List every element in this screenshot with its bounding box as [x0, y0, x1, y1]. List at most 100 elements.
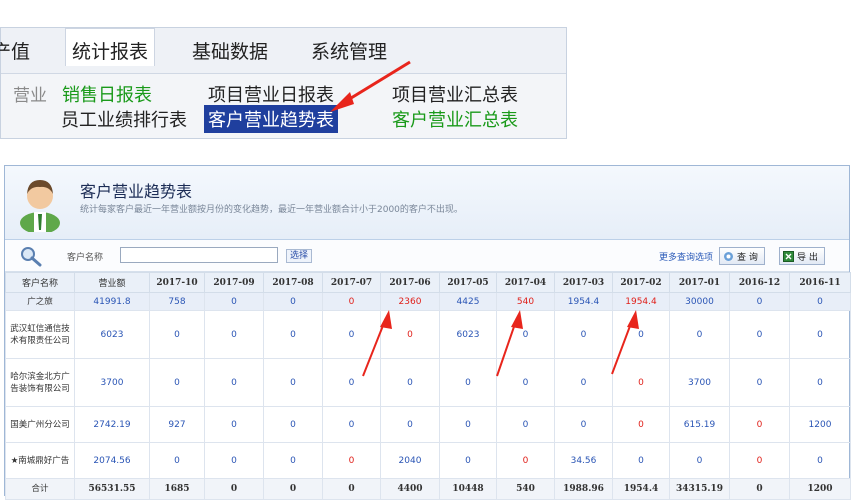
month-cell[interactable]: 0 — [149, 310, 205, 359]
month-cell[interactable]: 1954.4 — [554, 292, 613, 311]
menu-item-sales-daily[interactable]: 销售日报表 — [62, 81, 152, 107]
column-header[interactable]: 2017-01 — [669, 272, 730, 293]
month-cell[interactable]: 0 — [496, 358, 555, 407]
menu-tab-statistics[interactable]: 统计报表 — [65, 28, 156, 66]
month-cell[interactable]: 0 — [496, 310, 555, 359]
month-cell[interactable]: 0 — [263, 406, 323, 443]
month-cell[interactable]: 0 — [789, 292, 851, 311]
column-header[interactable]: 2017-06 — [380, 272, 440, 293]
month-cell[interactable]: 0 — [204, 406, 264, 443]
export-button[interactable]: 导 出 — [779, 247, 825, 265]
month-cell[interactable]: 0 — [263, 442, 323, 479]
month-cell[interactable]: 34.56 — [554, 442, 613, 479]
month-cell[interactable]: 6023 — [439, 310, 497, 359]
month-cell[interactable]: 0 — [729, 358, 790, 407]
month-cell[interactable]: 0 — [322, 358, 381, 407]
month-cell[interactable]: 615.19 — [669, 406, 730, 443]
column-header[interactable]: 2017-08 — [263, 272, 323, 293]
month-cell[interactable]: 0 — [612, 406, 670, 443]
month-cell[interactable]: 0 — [789, 442, 851, 479]
table-row[interactable]: ★南城鼎好广告 2074.56 0 0 0 0 2040 0 0 34.56 0… — [5, 442, 851, 479]
table-row[interactable]: 广之旅 41991.8 758 0 0 0 2360 4425 540 1954… — [5, 292, 851, 311]
month-cell[interactable]: 0 — [669, 310, 730, 359]
month-cell[interactable]: 0 — [554, 358, 613, 407]
month-cell[interactable]: 4425 — [439, 292, 497, 311]
month-cell[interactable]: 0 — [612, 358, 670, 407]
table-row[interactable]: 武汉虹信通信技术有限责任公司 6023 0 0 0 0 0 6023 0 0 0… — [5, 310, 851, 359]
month-cell[interactable]: 927 — [149, 406, 205, 443]
revenue-cell[interactable]: 2742.19 — [74, 406, 150, 443]
month-cell[interactable]: 0 — [789, 310, 851, 359]
month-cell[interactable]: 1954.4 — [612, 292, 670, 311]
select-button[interactable]: 选择 — [286, 249, 313, 263]
revenue-cell[interactable]: 3700 — [74, 358, 150, 407]
month-cell[interactable]: 0 — [439, 442, 497, 479]
revenue-cell[interactable]: 6023 — [74, 310, 150, 359]
column-header[interactable]: 2017-04 — [496, 272, 555, 293]
column-header[interactable]: 2017-03 — [554, 272, 613, 293]
month-cell[interactable]: 0 — [789, 358, 851, 407]
column-header[interactable]: 2017-07 — [322, 272, 381, 293]
month-cell[interactable]: 0 — [322, 310, 381, 359]
month-cell[interactable]: 1200 — [789, 406, 851, 443]
column-header[interactable]: 2017-10 — [149, 272, 205, 293]
month-cell[interactable]: 0 — [204, 442, 264, 479]
month-cell[interactable]: 0 — [380, 358, 440, 407]
month-cell[interactable]: 0 — [149, 442, 205, 479]
month-cell[interactable]: 0 — [149, 358, 205, 407]
total-row: 合计 56531.55 1685 0 0 0 4400 10448 540 19… — [5, 478, 851, 500]
month-cell[interactable]: 0 — [439, 406, 497, 443]
table-row[interactable]: 哈尔滨金北方广告装饰有限公司 3700 0 0 0 0 0 0 0 0 0 37… — [5, 358, 851, 407]
month-cell[interactable]: 0 — [380, 310, 440, 359]
month-cell[interactable]: 0 — [612, 442, 670, 479]
month-cell[interactable]: 0 — [380, 406, 440, 443]
column-header[interactable]: 2016-12 — [729, 272, 790, 293]
month-cell[interactable]: 0 — [496, 406, 555, 443]
month-cell[interactable]: 0 — [204, 292, 264, 311]
month-cell[interactable]: 0 — [204, 310, 264, 359]
month-cell[interactable]: 0 — [729, 406, 790, 443]
menu-item-project-summary[interactable]: 项目营业汇总表 — [392, 81, 518, 107]
month-cell[interactable]: 0 — [322, 442, 381, 479]
month-cell[interactable]: 0 — [729, 442, 790, 479]
month-cell[interactable]: 0 — [322, 406, 381, 443]
month-cell[interactable]: 30000 — [669, 292, 730, 311]
customer-name-input[interactable] — [120, 247, 278, 263]
month-cell[interactable]: 0 — [204, 358, 264, 407]
column-header[interactable]: 2017-09 — [204, 272, 264, 293]
more-query-options-link[interactable]: 更多查询选项 — [659, 250, 713, 263]
query-button[interactable]: 查 询 — [719, 247, 765, 265]
column-header[interactable]: 客户名称 — [5, 272, 75, 293]
column-header[interactable]: 2016-11 — [789, 272, 851, 293]
menu-tab-basic-data[interactable]: 基础数据 — [192, 37, 268, 64]
month-cell[interactable]: 0 — [729, 310, 790, 359]
menu-item-project-daily[interactable]: 项目营业日报表 — [208, 81, 334, 107]
month-cell[interactable]: 0 — [439, 358, 497, 407]
revenue-cell[interactable]: 41991.8 — [74, 292, 150, 311]
menu-item-staff-ranking[interactable]: 员工业绩排行表 — [61, 106, 187, 132]
menu-tab-output[interactable]: 产值 — [0, 37, 30, 64]
month-cell[interactable]: 0 — [263, 310, 323, 359]
column-header[interactable]: 2017-02 — [612, 272, 670, 293]
month-cell[interactable]: 0 — [496, 442, 555, 479]
month-cell[interactable]: 0 — [263, 292, 323, 311]
month-cell[interactable]: 540 — [496, 292, 555, 311]
month-cell[interactable]: 0 — [554, 310, 613, 359]
month-cell[interactable]: 758 — [149, 292, 205, 311]
month-cell[interactable]: 0 — [263, 358, 323, 407]
month-cell[interactable]: 0 — [729, 292, 790, 311]
month-cell[interactable]: 0 — [322, 292, 381, 311]
revenue-cell[interactable]: 2074.56 — [74, 442, 150, 479]
column-header[interactable]: 2017-05 — [439, 272, 497, 293]
menu-item-customer-summary[interactable]: 客户营业汇总表 — [392, 106, 518, 132]
column-header[interactable]: 营业额 — [74, 272, 150, 293]
month-cell[interactable]: 0 — [554, 406, 613, 443]
month-cell[interactable]: 3700 — [669, 358, 730, 407]
month-cell[interactable]: 2040 — [380, 442, 440, 479]
month-cell[interactable]: 0 — [612, 310, 670, 359]
table-row[interactable]: 国美广州分公司 2742.19 927 0 0 0 0 0 0 0 0 615.… — [5, 406, 851, 443]
menu-item-customer-trend[interactable]: 客户营业趋势表 — [204, 105, 338, 133]
menu-tab-system[interactable]: 系统管理 — [311, 37, 387, 64]
month-cell[interactable]: 2360 — [380, 292, 440, 311]
month-cell[interactable]: 0 — [669, 442, 730, 479]
